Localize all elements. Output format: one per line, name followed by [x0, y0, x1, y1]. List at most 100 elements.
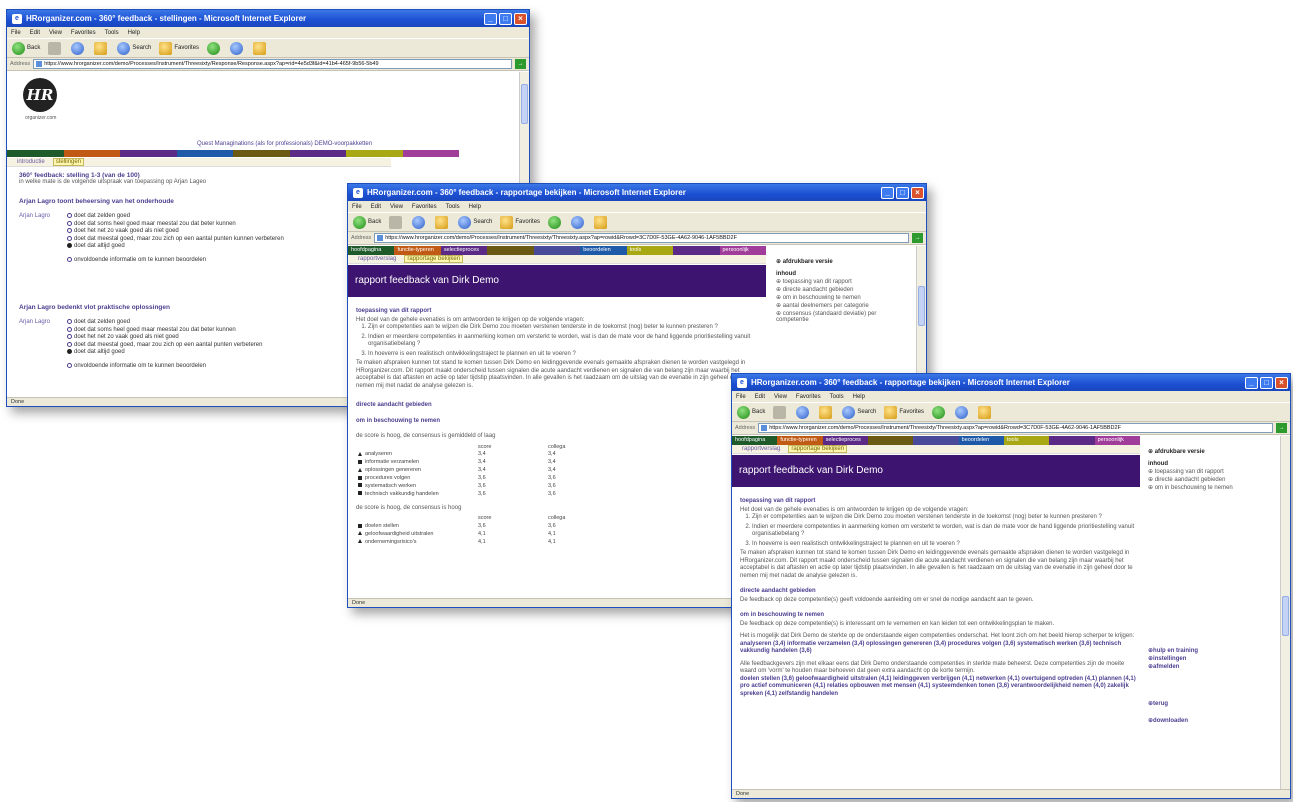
- menu-help[interactable]: Help: [469, 204, 481, 210]
- nav-tab[interactable]: functie-typeren: [394, 246, 441, 255]
- nav-tab[interactable]: [867, 436, 914, 445]
- radio-button[interactable]: [67, 213, 72, 218]
- print-version-link[interactable]: ⊕ afdrukbare versie: [1148, 448, 1278, 455]
- forward-button[interactable]: [48, 41, 63, 55]
- nav-tab[interactable]: hoofdpagina: [348, 246, 395, 255]
- tab-rapportverslag[interactable]: rapportverslag: [356, 256, 398, 262]
- vertical-scrollbar[interactable]: [1280, 436, 1290, 789]
- search-button[interactable]: Search: [117, 41, 151, 55]
- menu-file[interactable]: File: [736, 394, 746, 400]
- mail-button[interactable]: [230, 41, 245, 55]
- go-button[interactable]: →: [1276, 423, 1287, 433]
- contents-item[interactable]: ⊕ toepassing van dit rapport: [776, 278, 906, 285]
- title-bar[interactable]: e HRorganizer.com - 360° feedback - rapp…: [348, 184, 926, 201]
- scroll-thumb[interactable]: [521, 84, 528, 124]
- nav-color-segment[interactable]: [346, 150, 403, 157]
- back-link[interactable]: ⊕terug: [1148, 700, 1278, 707]
- maximize-button[interactable]: □: [896, 186, 909, 199]
- radio-button[interactable]: [67, 220, 72, 226]
- refresh-button[interactable]: [412, 215, 427, 229]
- option-row[interactable]: doet dat soms heel goed maar meestal zou…: [67, 220, 284, 227]
- maximize-button[interactable]: □: [499, 12, 512, 25]
- mail-button[interactable]: [571, 215, 586, 229]
- menu-edit[interactable]: Edit: [30, 30, 40, 36]
- minimize-button[interactable]: _: [484, 12, 497, 25]
- nav-color-segment[interactable]: [63, 150, 120, 157]
- radio-button[interactable]: [67, 319, 72, 324]
- radio-button[interactable]: [67, 334, 72, 340]
- nav-tab[interactable]: persoonlijk: [719, 246, 766, 255]
- menu-tools[interactable]: Tools: [446, 204, 460, 210]
- maximize-button[interactable]: □: [1260, 376, 1273, 389]
- menu-file[interactable]: File: [352, 204, 362, 210]
- nav-tab[interactable]: tools: [626, 246, 674, 255]
- option-row[interactable]: doet dat soms heel goed maar meestal zou…: [67, 326, 262, 333]
- print-version-link[interactable]: ⊕ afdrukbare versie: [776, 258, 906, 265]
- radio-button[interactable]: [67, 341, 72, 347]
- search-button[interactable]: Search: [842, 405, 876, 419]
- nav-tab[interactable]: [487, 246, 534, 255]
- nav-tab[interactable]: selectieproces: [440, 246, 488, 255]
- title-bar[interactable]: e HRorganizer.com - 360° feedback - stel…: [7, 10, 529, 27]
- home-button[interactable]: [435, 215, 450, 229]
- favorites-button[interactable]: Favorites: [500, 215, 540, 229]
- logout-link[interactable]: ⊕afmelden: [1148, 663, 1278, 670]
- folder-button[interactable]: [978, 405, 993, 419]
- menu-help[interactable]: Help: [128, 30, 140, 36]
- tab-rapportage-bekijken[interactable]: rapportage bekijken: [404, 255, 464, 263]
- option-row[interactable]: doet dat meestal goed, maar zou zich op …: [67, 341, 262, 348]
- radio-button[interactable]: [67, 228, 72, 234]
- contents-item[interactable]: ⊕ om in beschouwing te nemen: [1148, 484, 1278, 491]
- nav-tab[interactable]: [533, 246, 581, 255]
- home-button[interactable]: [819, 405, 834, 419]
- close-button[interactable]: ×: [1275, 376, 1288, 389]
- radio-button[interactable]: [67, 363, 72, 369]
- forward-button[interactable]: [389, 215, 404, 229]
- scroll-thumb[interactable]: [1282, 596, 1289, 636]
- minimize-button[interactable]: _: [881, 186, 894, 199]
- radio-button[interactable]: [67, 235, 72, 241]
- back-button[interactable]: Back: [353, 215, 381, 229]
- radio-button-selected[interactable]: [67, 349, 72, 355]
- nav-tab[interactable]: persoonlijk: [1094, 436, 1140, 445]
- contents-item[interactable]: ⊕ consensus (standaard deviatie) per com…: [776, 310, 906, 323]
- option-row[interactable]: doet het net zo vaak goed als niet goed: [67, 228, 284, 234]
- media-button[interactable]: [207, 41, 222, 55]
- radio-button[interactable]: [67, 257, 72, 263]
- contents-item[interactable]: ⊕ om in beschouwing te nemen: [776, 294, 906, 301]
- radio-button-selected[interactable]: [67, 243, 72, 249]
- address-input[interactable]: https://www.hrorganizer.com/demo/Process…: [374, 233, 909, 243]
- favorites-button[interactable]: Favorites: [884, 405, 924, 419]
- contents-item[interactable]: ⊕ directe aandacht gebieden: [776, 286, 906, 293]
- nav-tab[interactable]: [913, 436, 959, 445]
- go-button[interactable]: →: [912, 233, 923, 243]
- address-input[interactable]: https://www.hrorganizer.com/demo/Process…: [33, 59, 512, 69]
- folder-button[interactable]: [253, 41, 268, 55]
- option-row[interactable]: onvoldoende informatie om te kunnen beoo…: [67, 257, 284, 263]
- option-row[interactable]: doet dat zelden goed: [67, 213, 284, 219]
- menu-favorites[interactable]: Favorites: [71, 30, 96, 36]
- nav-color-segment[interactable]: [176, 150, 233, 157]
- radio-button[interactable]: [67, 326, 72, 332]
- address-input[interactable]: https://www.hrorganizer.com/demo/Process…: [758, 423, 1273, 433]
- nav-color-segment[interactable]: [233, 150, 290, 157]
- nav-tab[interactable]: functie-typeren: [777, 436, 823, 445]
- menu-edit[interactable]: Edit: [755, 394, 765, 400]
- contents-item[interactable]: ⊕ directe aandacht gebieden: [1148, 476, 1278, 483]
- nav-color-segment[interactable]: [289, 150, 346, 157]
- favorites-button[interactable]: Favorites: [159, 41, 199, 55]
- mail-button[interactable]: [955, 405, 970, 419]
- nav-color-segment[interactable]: [7, 150, 64, 157]
- tab-introductie[interactable]: introductie: [15, 159, 47, 165]
- back-button[interactable]: Back: [737, 405, 765, 419]
- home-button[interactable]: [94, 41, 109, 55]
- option-row[interactable]: doet dat meestal goed, maar zou zich op …: [67, 235, 284, 242]
- tab-rapportverslag[interactable]: rapportverslag: [740, 446, 782, 452]
- tab-stellingen[interactable]: stellingen: [52, 158, 85, 166]
- contents-item[interactable]: ⊕ aantal deelnemers per categorie: [776, 302, 906, 309]
- menu-file[interactable]: File: [11, 30, 21, 36]
- menu-favorites[interactable]: Favorites: [412, 204, 437, 210]
- download-link[interactable]: ⊕downloaden: [1148, 717, 1278, 724]
- minimize-button[interactable]: _: [1245, 376, 1258, 389]
- tab-rapportage-bekijken[interactable]: rapportage bekijken: [788, 445, 848, 453]
